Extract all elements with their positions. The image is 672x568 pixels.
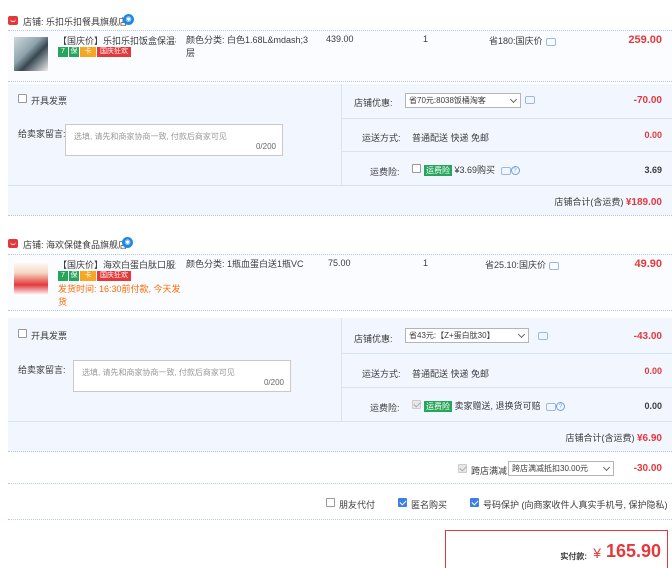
insurance-checkbox[interactable] <box>412 164 421 173</box>
privacy-label: 号码保护 (向商家收件人真实手机号, 保护隐私) <box>483 500 668 510</box>
chevron-down-icon <box>602 463 611 472</box>
saved-amount: 省25.10:国庆价 <box>485 258 560 271</box>
insurance-option: 运费险 卖家赠送, 退换货可赔 ? <box>424 399 566 413</box>
order-item-row: 【国庆价】乐扣乐扣饭盒保温桶... 7保卡国庆狂欢 颜色分类: 白色1.68L&… <box>8 30 672 82</box>
shop-icon <box>8 16 18 25</box>
insurance-checkbox <box>412 400 421 409</box>
insurance-amount: 3.69 <box>644 165 662 175</box>
insurance-label: 运费险: <box>370 167 400 177</box>
cross-store-label: 跨店满减 <box>471 466 508 476</box>
product-thumbnail[interactable] <box>14 37 48 71</box>
insurance-amount: 0.00 <box>644 401 662 411</box>
service-badges: 7 保卡国庆狂欢 <box>58 271 132 281</box>
chat-seller-icon[interactable]: ◉ <box>122 237 133 248</box>
message-label: 给卖家留言: <box>18 129 66 139</box>
product-title-link[interactable]: 【国庆价】海欢白蛋白肽口服液... <box>58 258 176 271</box>
shipping-method: 普通配送 快递 免邮 <box>412 133 490 143</box>
shipping-label: 运送方式: <box>362 133 401 143</box>
shop-subtotal: 店铺合计(含运费) ¥189.00 <box>554 197 662 208</box>
credit-card-icon: 卡 <box>80 47 96 57</box>
unit-price: 439.00 <box>326 34 354 44</box>
invoice-checkbox[interactable] <box>18 329 27 338</box>
chevron-down-icon <box>517 330 526 339</box>
unit-price: 75.00 <box>328 258 351 268</box>
comment-icon <box>545 37 556 46</box>
invoice-checkbox[interactable] <box>18 94 27 103</box>
help-icon[interactable]: ? <box>510 166 520 176</box>
shipping-amount: 0.00 <box>644 130 662 140</box>
shop-header: 店铺: 海欢保健食品旗舰店 ◉ <box>0 231 672 255</box>
message-textarea[interactable]: 选填, 请先和商家协商一致, 付款后商家可见 0/200 <box>65 124 283 156</box>
shop-discount-amount: -43.00 <box>633 331 662 342</box>
shop-name-link[interactable]: 店铺: 海欢保健食品旗舰店 <box>23 238 127 251</box>
ship-time-note: 发货时间: 16:30前付款, 今天发 货 <box>58 284 181 307</box>
cross-store-checkbox <box>458 464 467 473</box>
comment-icon <box>549 261 560 270</box>
guarantee-icon: 保 <box>69 271 79 281</box>
product-title-link[interactable]: 【国庆价】乐扣乐扣饭盒保温桶... <box>58 34 176 47</box>
message-label: 给卖家留言: <box>18 365 66 375</box>
chat-seller-icon[interactable]: ◉ <box>123 14 134 25</box>
insurance-option: 运费险 ¥3.69购买 ? <box>424 163 520 177</box>
shop-header: 店铺: 乐扣乐扣餐具旗舰店 ◉ <box>0 8 672 32</box>
help-icon[interactable]: ? <box>556 402 566 412</box>
seven-day-return-icon: 7 <box>58 271 68 281</box>
comment-icon[interactable] <box>525 96 535 104</box>
guarantee-icon: 保 <box>69 47 79 57</box>
shop-discount-amount: -70.00 <box>633 95 662 106</box>
insurance-label: 运费险: <box>370 403 400 413</box>
quantity: 1 <box>423 34 429 44</box>
invoice-label: 开具发票 <box>31 331 68 341</box>
credit-card-icon: 卡 <box>80 271 96 281</box>
checkout-options-row: 朋友代付 匿名购买 号码保护 (向商家收件人真实手机号, 保护隐私) <box>8 488 672 520</box>
shop-discount-label: 店铺优惠: <box>354 334 393 344</box>
service-badges: 7 保卡国庆狂欢 <box>58 47 132 57</box>
shipping-method: 普通配送 快递 免邮 <box>412 369 490 379</box>
message-textarea[interactable]: 选填, 请先和商家协商一致, 付款后商家可见 0/200 <box>73 360 291 392</box>
shipping-label: 运送方式: <box>362 369 401 379</box>
cross-store-discount-row: 跨店满减 跨店满减抵扣30.00元 -30.00 <box>8 456 672 484</box>
item-total: 259.00 <box>628 34 662 46</box>
privacy-checkbox[interactable] <box>470 498 479 507</box>
shop-discount-select[interactable]: 省70元:8038饭桶淘客 <box>405 93 521 108</box>
shop-name-link[interactable]: 店铺: 乐扣乐扣餐具旗舰店 <box>23 15 127 28</box>
shop-icon <box>8 239 18 248</box>
friend-pay-label: 朋友代付 <box>339 500 376 510</box>
shop-discount-select[interactable]: 省43元:【Z+蛋白肽30】 <box>405 328 529 343</box>
cross-store-amount: -30.00 <box>633 463 662 474</box>
cross-store-select[interactable]: 跨店满减抵扣30.00元 <box>508 461 614 476</box>
comment-icon <box>546 402 557 411</box>
shop-subtotal: 店铺合计(含运费) ¥6.90 <box>565 433 662 444</box>
item-total: 49.90 <box>634 258 662 270</box>
currency-symbol: ¥ <box>593 545 601 561</box>
seven-day-return-icon: 7 <box>58 47 68 57</box>
invoice-label: 开具发票 <box>31 96 68 106</box>
order-item-row: 【国庆价】海欢白蛋白肽口服液... 7保卡国庆狂欢 发货时间: 16:30前付款… <box>8 254 672 311</box>
shop-options-panel: 开具发票 给卖家留言: 选填, 请先和商家协商一致, 付款后商家可见 0/200… <box>8 318 672 452</box>
chevron-down-icon <box>509 95 518 104</box>
festival-badge: 国庆狂欢 <box>97 271 131 281</box>
product-sku: 颜色分类: 1瓶血蛋白送1瓶VC <box>186 259 304 269</box>
anonymous-checkbox[interactable] <box>398 498 407 507</box>
payment-label: 实付款: <box>560 552 587 561</box>
shipping-amount: 0.00 <box>644 366 662 376</box>
shop-discount-label: 店铺优惠: <box>354 98 393 108</box>
friend-pay-checkbox[interactable] <box>326 498 335 507</box>
comment-icon <box>500 166 511 175</box>
product-sku: 颜色分类: 白色1.68L&mdash;3 层 <box>186 35 309 58</box>
festival-badge: 国庆狂欢 <box>97 47 131 57</box>
anonymous-label: 匿名购买 <box>411 500 448 510</box>
saved-amount: 省180:国庆价 <box>489 34 556 47</box>
payment-total: 165.90 <box>605 541 661 561</box>
shop-options-panel: 开具发票 给卖家留言: 选填, 请先和商家协商一致, 付款后商家可见 0/200… <box>8 84 672 216</box>
quantity: 1 <box>423 258 429 268</box>
product-thumbnail[interactable] <box>14 261 48 295</box>
payment-summary-box: 实付款: ¥ 165.90 <box>445 530 668 568</box>
comment-icon[interactable] <box>538 332 548 340</box>
